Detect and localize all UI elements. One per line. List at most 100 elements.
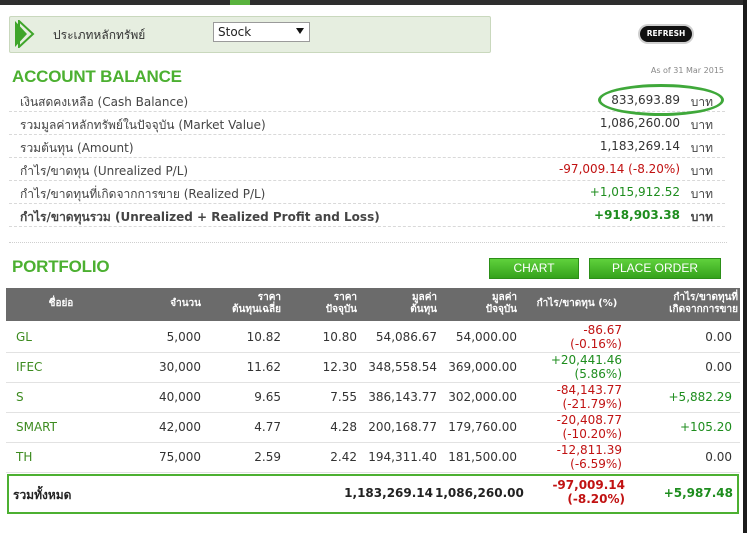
cell-volume: 42,000 (159, 420, 201, 434)
balance-row-unrealized-pl: กำไร/ขาดทุน (Unrealized P/L) -97,009.14 … (9, 158, 725, 181)
refresh-button[interactable]: REFRESH (640, 26, 692, 42)
cell-market-value: 54,000.00 (455, 330, 517, 344)
balance-label: รวมมูลค่าหลักทรัพย์ในปัจจุบัน (Market Va… (20, 118, 266, 132)
security-type-select[interactable]: Stock (213, 22, 310, 42)
header-market-value: มูลค่า ปัจจุบัน (461, 292, 517, 316)
cell-pl-value: -84,143.77 (556, 383, 622, 397)
cell-realized-pl: 0.00 (705, 360, 732, 374)
cell-avg-cost: 4.77 (254, 420, 281, 434)
balance-value: 1,183,269.14 (599, 139, 680, 153)
header-line: ราคา (333, 292, 357, 303)
balance-label: รวมต้นทุน (Amount) (20, 141, 134, 155)
header-amount: มูลค่า ต้นทุน (381, 292, 437, 316)
cell-pl-value: -12,811.39 (556, 443, 622, 457)
cell-pl-value: -86.67 (583, 323, 622, 337)
cell-symbol[interactable]: GL (16, 330, 32, 344)
header-line: ราคา (257, 292, 281, 303)
portfolio-title: PORTFOLIO (12, 257, 110, 276)
header-line: เกิดจากการขาย (669, 304, 738, 315)
balance-row-realized-pl: กำไร/ขาดทุนที่เกิดจากการขาย (Realized P/… (9, 181, 725, 204)
balance-unit: บาท (690, 164, 713, 178)
table-row[interactable]: TH 75,000 2.59 2.42 194,311.40 181,500.00 -12,… (6, 442, 740, 473)
balance-row-amount: รวมต้นทุน (Amount) 1,183,269.14 บาท (9, 135, 725, 158)
cell-amount: 200,168.77 (368, 420, 437, 434)
cell-symbol[interactable]: S (16, 390, 24, 404)
total-realized-pl: +5,987.48 (663, 486, 733, 500)
balance-row-market-value: รวมมูลค่าหลักทรัพย์ในปัจจุบัน (Market Va… (9, 112, 725, 135)
chevron-right-icon (15, 20, 35, 48)
cell-unrealized-pl: -20,408.77 (-10.20%) (526, 413, 622, 441)
cell-price: 4.28 (330, 420, 357, 434)
balance-label: กำไร/ขาดทุนรวม (Unrealized + Realized Pr… (20, 210, 380, 224)
table-row[interactable]: GL 5,000 10.82 10.80 54,086.67 54,000.00 -86.6… (6, 322, 740, 353)
security-type-label: ประเภทหลักทรัพย์ (53, 28, 146, 42)
balance-unit: บาท (690, 210, 713, 224)
cell-pl-value: +20,441.46 (550, 353, 622, 367)
table-row[interactable]: IFEC 30,000 11.62 12.30 348,558.54 369,000.00… (6, 352, 740, 383)
cell-market-value: 302,000.00 (448, 390, 517, 404)
cell-unrealized-pl: -84,143.77 (-21.79%) (526, 383, 622, 411)
header-realized-pl: กำไร/ขาดทุนที่ เกิดจากการขาย (642, 292, 738, 316)
cell-pl-percent: (-6.59%) (570, 457, 622, 471)
cell-amount: 348,558.54 (368, 360, 437, 374)
cell-pl-percent: (-10.20%) (562, 427, 622, 441)
cell-volume: 40,000 (159, 390, 201, 404)
dropdown-arrow-icon (296, 28, 304, 34)
cell-market-value: 179,760.00 (448, 420, 517, 434)
cell-price: 2.42 (330, 450, 357, 464)
cell-volume: 30,000 (159, 360, 201, 374)
cell-avg-cost: 11.62 (246, 360, 281, 374)
cell-unrealized-pl: -86.67 (-0.16%) (526, 323, 622, 351)
cell-realized-pl: +105.20 (679, 420, 732, 434)
total-row: รวมทั้งหมด 1,183,269.14 1,086,260.00 -97… (7, 474, 739, 514)
place-order-button[interactable]: PLACE ORDER (589, 258, 721, 279)
table-header: ชื่อย่อ จำนวน ราคา ต้นทุนเฉลี่ย ราคา ปัจ… (6, 288, 740, 321)
header-line: ปัจจุบัน (485, 304, 517, 315)
cell-avg-cost: 9.65 (254, 390, 281, 404)
chart-button[interactable]: CHART (489, 258, 579, 279)
cell-price: 7.55 (330, 390, 357, 404)
cell-pl-percent: (5.86%) (574, 367, 622, 381)
balance-value: -97,009.14 (-8.20%) (558, 162, 680, 176)
total-unrealized-pl: -97,009.14 (-8.20%) (529, 478, 625, 506)
cell-amount: 54,086.67 (375, 330, 437, 344)
balance-label: เงินสดคงเหลือ (Cash Balance) (20, 95, 189, 109)
cell-avg-cost: 10.82 (246, 330, 281, 344)
header-line: กำไร/ขาดทุนที่ (673, 292, 738, 303)
cell-symbol[interactable]: SMART (16, 420, 57, 434)
cell-market-value: 181,500.00 (448, 450, 517, 464)
header-volume: จำนวน (170, 298, 201, 309)
cell-symbol[interactable]: TH (16, 450, 32, 464)
cell-volume: 5,000 (166, 330, 201, 344)
balance-value: +918,903.38 (594, 208, 680, 222)
header-line: มูลค่า (491, 292, 517, 303)
section-divider (9, 242, 727, 243)
cell-pl-percent: (-0.16%) (570, 337, 622, 351)
header-symbol: ชื่อย่อ (48, 298, 74, 309)
header-line: ปัจจุบัน (325, 304, 357, 315)
total-amount: 1,183,269.14 (344, 486, 433, 500)
header-unrealized-pl: กำไร/ขาดทุน (%) (536, 298, 618, 309)
highlight-circle (598, 84, 724, 116)
table-row[interactable]: S 40,000 9.65 7.55 386,143.77 302,000.00 -84,1… (6, 382, 740, 413)
total-pl-percent: (-8.20%) (567, 492, 625, 506)
balance-unit: บาท (690, 141, 713, 155)
cell-symbol[interactable]: IFEC (16, 360, 42, 374)
cell-amount: 194,311.40 (368, 450, 437, 464)
cell-realized-pl: 0.00 (705, 330, 732, 344)
cell-volume: 75,000 (159, 450, 201, 464)
balance-row-total-pl: กำไร/ขาดทุนรวม (Unrealized + Realized Pr… (9, 204, 725, 227)
header-avg-cost: ราคา ต้นทุนเฉลี่ย (211, 292, 281, 316)
cell-price: 10.80 (322, 330, 357, 344)
cell-pl-percent: (-21.79%) (562, 397, 622, 411)
total-label: รวมทั้งหมด (13, 488, 72, 502)
cell-avg-cost: 2.59 (254, 450, 281, 464)
total-market-value: 1,086,260.00 (435, 486, 524, 500)
header-price: ราคา ปัจจุบัน (301, 292, 357, 316)
balance-unit: บาท (690, 118, 713, 132)
cell-amount: 386,143.77 (368, 390, 437, 404)
table-row[interactable]: SMART 42,000 4.77 4.28 200,168.77 179,760.00-… (6, 412, 740, 443)
balance-unit: บาท (690, 187, 713, 201)
account-balance-title: ACCOUNT BALANCE (12, 67, 182, 86)
balance-value: 1,086,260.00 (599, 116, 680, 130)
